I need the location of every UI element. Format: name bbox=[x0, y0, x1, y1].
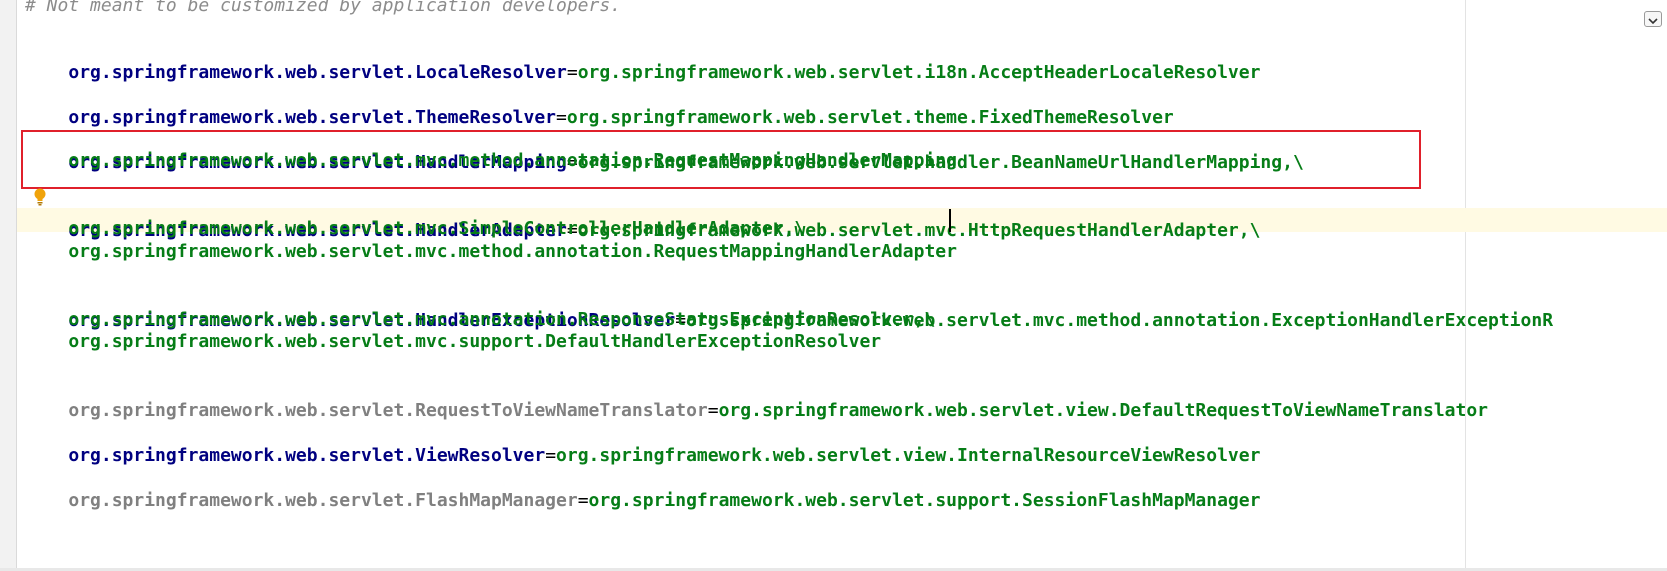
chevron-down-icon bbox=[1648, 18, 1658, 25]
property-value: org.springframework.web.servlet.theme.Fi… bbox=[566, 107, 1174, 128]
equals-sign: = bbox=[566, 62, 578, 83]
property-key: org.springframework.web.servlet.LocaleRe… bbox=[68, 62, 567, 83]
editor-gutter[interactable] bbox=[0, 0, 17, 571]
property-value: org.springframework.web.servlet.support.… bbox=[588, 490, 1261, 511]
handler-exception-continuation-2[interactable]: org.springframework.web.servlet.mvc.supp… bbox=[25, 330, 881, 354]
equals-sign: = bbox=[577, 490, 589, 511]
property-key: org.springframework.web.servlet.ThemeRes… bbox=[68, 107, 557, 128]
property-key-unused: org.springframework.web.servlet.FlashMap… bbox=[68, 490, 578, 511]
handler-adapter-continuation-1[interactable]: org.springframework.web.servlet.mvc.Simp… bbox=[25, 217, 805, 241]
highlight-annotation-box bbox=[21, 130, 1421, 189]
locale-resolver-line[interactable]: org.springframework.web.servlet.LocaleRe… bbox=[25, 37, 1260, 83]
equals-sign: = bbox=[556, 107, 567, 128]
handler-exception-continuation-1[interactable]: org.springframework.web.servlet.mvc.anno… bbox=[25, 308, 935, 332]
inspection-dropdown-button[interactable] bbox=[1644, 11, 1662, 27]
property-key: org.springframework.web.servlet.ViewReso… bbox=[68, 445, 546, 466]
property-value: org.springframework.web.servlet.view.Int… bbox=[556, 445, 1261, 466]
property-value: org.springframework.web.servlet.i18n.Acc… bbox=[577, 62, 1261, 83]
code-editor[interactable]: # Not meant to be customized by applicat… bbox=[0, 0, 1667, 571]
equals-sign: = bbox=[707, 400, 719, 421]
handler-adapter-line[interactable]: org.springframework.web.servlet.HandlerA… bbox=[25, 195, 1260, 241]
theme-resolver-line[interactable]: org.springframework.web.servlet.ThemeRes… bbox=[25, 82, 1173, 128]
view-resolver-line[interactable]: org.springframework.web.servlet.ViewReso… bbox=[25, 420, 1260, 466]
property-key-unused: org.springframework.web.servlet.RequestT… bbox=[68, 400, 708, 421]
handler-adapter-continuation-2[interactable]: org.springframework.web.servlet.mvc.meth… bbox=[25, 240, 957, 264]
view-name-translator-line[interactable]: org.springframework.web.servlet.RequestT… bbox=[25, 375, 1488, 421]
text-caret bbox=[949, 209, 951, 232]
comment-line: # Not meant to be customized by applicat… bbox=[25, 0, 622, 16]
handler-exception-resolver-line[interactable]: org.springframework.web.servlet.HandlerE… bbox=[25, 285, 1553, 331]
flash-map-manager-line[interactable]: org.springframework.web.servlet.FlashMap… bbox=[25, 465, 1260, 511]
property-value: org.springframework.web.servlet.view.Def… bbox=[718, 400, 1489, 421]
equals-sign: = bbox=[545, 445, 557, 466]
